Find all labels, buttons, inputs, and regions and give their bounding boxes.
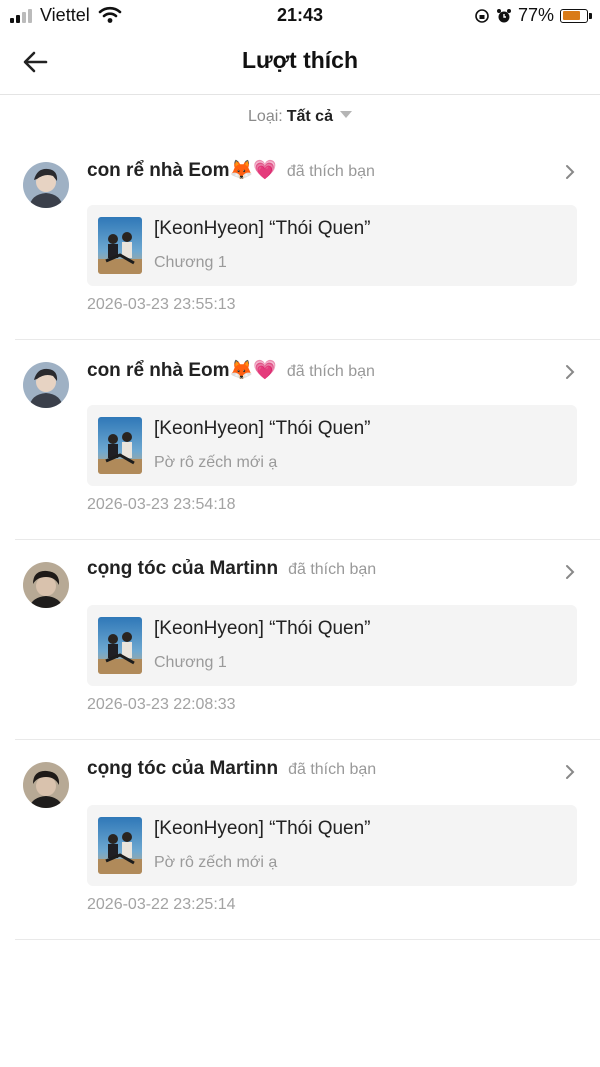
- list-item[interactable]: cọng tóc của Martinn đã thích bạn [KeonHy…: [0, 540, 600, 740]
- screen-lock-icon: [475, 8, 489, 23]
- username[interactable]: cọng tóc của Martinn: [87, 758, 278, 779]
- filter-value: Tất cả: [286, 108, 333, 125]
- username[interactable]: con rể nhà Eom🦊💗: [87, 360, 277, 381]
- avatar[interactable]: [23, 762, 69, 808]
- chapter-text: Chương 1: [154, 254, 227, 271]
- story-card[interactable]: [KeonHyeon] “Thói Quen” Chương 1: [87, 605, 577, 686]
- avatar[interactable]: [23, 562, 69, 608]
- story-title: [KeonHyeon] “Thói Quen”: [154, 418, 371, 439]
- alarm-icon: [496, 8, 511, 22]
- story-card[interactable]: [KeonHyeon] “Thói Quen” Pờ rô zếch mới ạ: [87, 405, 577, 486]
- status-bar: Viettel 21:43 77%: [0, 0, 600, 30]
- action-text: đã thích bạn: [286, 163, 375, 180]
- carrier-name: Viettel: [40, 5, 90, 25]
- nav-bar: Lượt thích: [0, 30, 600, 95]
- type-filter[interactable]: Loại: Tất cả: [0, 108, 600, 126]
- avatar[interactable]: [23, 362, 69, 408]
- story-thumbnail: [98, 617, 142, 674]
- battery-icon: [560, 8, 592, 23]
- list-item[interactable]: cọng tóc của Martinn đã thích bạn [KeonHy…: [0, 740, 600, 940]
- wifi-icon: [98, 6, 122, 23]
- story-title: [KeonHyeon] “Thói Quen”: [154, 818, 371, 839]
- chevron-right-icon[interactable]: [565, 564, 575, 580]
- filter-label: Loại:: [248, 108, 283, 125]
- story-card[interactable]: [KeonHyeon] “Thói Quen” Chương 1: [87, 205, 577, 286]
- avatar[interactable]: [23, 162, 69, 208]
- signal-icon: [10, 9, 32, 23]
- story-title: [KeonHyeon] “Thói Quen”: [154, 618, 371, 639]
- story-card[interactable]: [KeonHyeon] “Thói Quen” Pờ rô zếch mới ạ: [87, 805, 577, 886]
- action-text: đã thích bạn: [288, 561, 377, 578]
- action-text: đã thích bạn: [286, 363, 375, 380]
- chapter-text: Pờ rô zếch mới ạ: [154, 854, 278, 871]
- battery-percent: 77%: [517, 5, 554, 25]
- chevron-right-icon[interactable]: [565, 764, 575, 780]
- action-text: đã thích bạn: [288, 761, 377, 778]
- chevron-right-icon[interactable]: [565, 364, 575, 380]
- username[interactable]: con rể nhà Eom🦊💗: [87, 160, 277, 181]
- timestamp: 2026-03-23 23:54:18: [87, 496, 236, 513]
- chevron-right-icon[interactable]: [565, 164, 575, 180]
- timestamp: 2026-03-23 23:55:13: [87, 296, 236, 313]
- list-item[interactable]: con rể nhà Eom🦊💗 đã thích bạn [KeonHyeon]…: [0, 340, 600, 540]
- page-title: Lượt thích: [241, 47, 359, 73]
- chapter-text: Pờ rô zếch mới ạ: [154, 454, 278, 471]
- chapter-text: Chương 1: [154, 654, 227, 671]
- story-title: [KeonHyeon] “Thói Quen”: [154, 218, 371, 239]
- list-item[interactable]: con rể nhà Eom🦊💗 đã thích bạn [KeonHyeon]…: [0, 140, 600, 340]
- story-thumbnail: [98, 217, 142, 274]
- story-thumbnail: [98, 817, 142, 874]
- timestamp: 2026-03-22 23:25:14: [87, 896, 236, 913]
- story-thumbnail: [98, 417, 142, 474]
- caret-down-icon: [339, 111, 352, 119]
- likes-list: con rể nhà Eom🦊💗 đã thích bạn [KeonHyeon]…: [0, 140, 600, 940]
- username[interactable]: cọng tóc của Martinn: [87, 558, 278, 579]
- timestamp: 2026-03-23 22:08:33: [87, 696, 236, 713]
